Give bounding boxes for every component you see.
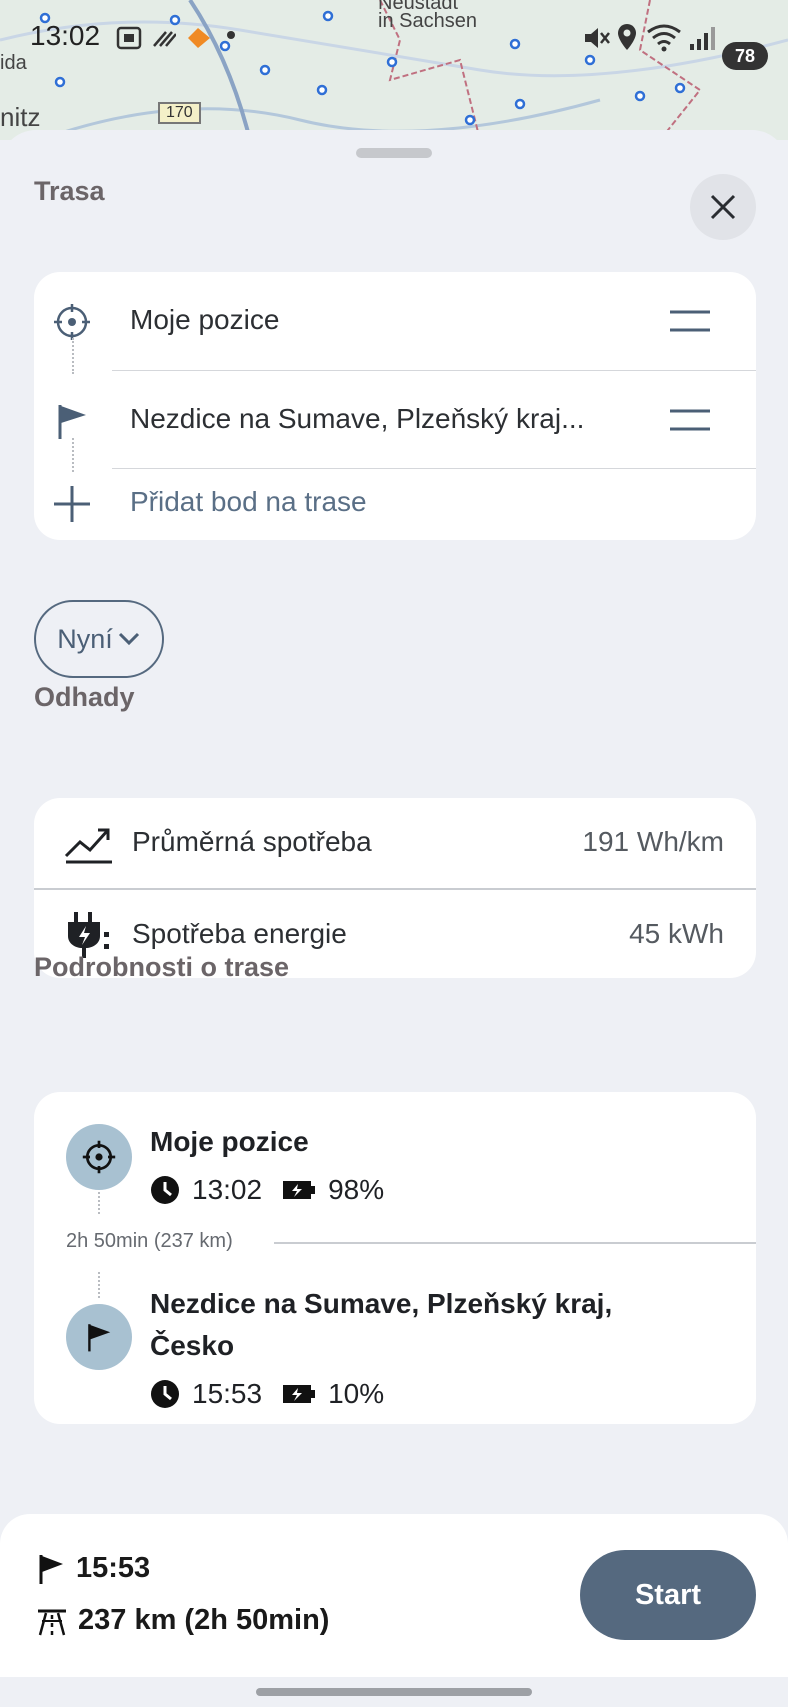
distance-duration: 237 km (2h 50min) <box>78 1604 330 1636</box>
destination-battery: 10% <box>328 1378 385 1409</box>
leg-duration-distance: 2h 50min (237 km) <box>66 1230 233 1252</box>
origin-meta: 13:02 98% <box>150 1174 384 1206</box>
drag-handle-icon[interactable] <box>668 407 712 433</box>
route-connector <box>72 338 74 374</box>
map-place-label: nitz <box>0 102 41 132</box>
sheet-drag-handle[interactable] <box>356 148 432 158</box>
battery-charge-icon <box>283 1181 316 1199</box>
route-connector <box>98 1192 100 1214</box>
battery-charge-icon <box>283 1385 316 1403</box>
status-bar: 13:02 78 <box>0 18 788 70</box>
route-connector <box>98 1272 100 1298</box>
app-notification-icon <box>188 28 210 48</box>
trend-chart-icon <box>64 828 112 864</box>
close-icon <box>710 194 736 220</box>
distance-summary: 237 km (2h 50min) <box>36 1604 329 1637</box>
highway-icon <box>38 1609 66 1635</box>
estimates-section-title: Odhady <box>34 682 135 712</box>
signal-icon <box>690 27 715 50</box>
divider <box>274 1242 756 1244</box>
mute-icon <box>585 28 610 48</box>
add-waypoint-button[interactable]: Přidat bod na trase <box>34 448 756 546</box>
waypoint-destination-label: Nezdice na Sumave, Plzeňský kraj... <box>130 403 585 434</box>
flag-icon <box>58 405 86 439</box>
estimate-row: Průměrná spotřeba 191 Wh/km <box>34 798 756 888</box>
route-summary-bar: 15:53 237 km (2h 50min) Start <box>0 1514 788 1677</box>
estimate-label: Průměrná spotřeba <box>132 826 372 857</box>
location-icon <box>618 24 636 50</box>
estimate-label: Spotřeba energie <box>132 918 347 949</box>
crosshair-icon <box>82 1140 116 1174</box>
estimates-card: Průměrná spotřeba 191 Wh/km Spotřeba ene… <box>34 798 756 978</box>
destination-time: 15:53 <box>192 1378 263 1409</box>
screenshot-icon <box>116 26 142 50</box>
chevron-down-icon <box>118 632 139 646</box>
origin-name: Moje pozice <box>150 1126 309 1157</box>
origin-stop-marker <box>66 1124 132 1190</box>
close-button[interactable] <box>690 174 756 240</box>
arrival-summary: 15:53 <box>36 1552 150 1585</box>
departure-time-label: Nyní <box>57 623 113 654</box>
destination-name-line2: Česko <box>150 1330 235 1361</box>
start-navigation-button[interactable]: Start <box>580 1550 756 1640</box>
flag-icon <box>39 1554 63 1584</box>
wifi-icon <box>647 24 681 52</box>
origin-battery: 98% <box>328 1174 385 1205</box>
destination-stop-marker <box>66 1304 132 1370</box>
crosshair-icon <box>54 304 90 340</box>
notification-dot-icon <box>227 31 235 39</box>
add-waypoint-label: Přidat bod na trase <box>130 486 367 517</box>
route-sheet: Trasa Moje pozice Nezdice na Sumave, Plz… <box>0 130 788 1707</box>
arrival-time: 15:53 <box>76 1552 151 1584</box>
clock-icon <box>151 1380 179 1408</box>
route-waypoints-card: Moje pozice Nezdice na Sumave, Plzeňský … <box>34 272 756 540</box>
destination-name-line1: Nezdice na Sumave, Plzeňský kraj, <box>150 1288 613 1319</box>
origin-time: 13:02 <box>192 1174 263 1205</box>
departure-time-dropdown[interactable]: Nyní <box>34 600 164 678</box>
battery-indicator: 78 <box>722 42 768 70</box>
map-background[interactable]: ida nitz Neustadt in Sachsen 170 13:02 7… <box>0 0 788 140</box>
route-details-card: Moje pozice 13:02 98% 2h 50min (237 km) … <box>34 1092 756 1424</box>
details-section-title: Podrobnosti o trase <box>34 952 290 982</box>
waypoint-start-label: Moje pozice <box>130 304 280 335</box>
destination-meta: 15:53 10% <box>150 1378 384 1410</box>
no-data-icon <box>153 31 176 47</box>
flag-icon <box>88 1324 111 1352</box>
estimate-value: 45 kWh <box>629 918 724 949</box>
route-section-title: Trasa <box>34 176 105 206</box>
plus-icon <box>54 486 90 522</box>
road-number-badge: 170 <box>158 102 201 124</box>
waypoint-start[interactable]: Moje pozice <box>34 272 756 370</box>
home-indicator[interactable] <box>256 1688 532 1696</box>
drag-handle-icon[interactable] <box>668 308 712 334</box>
status-time: 13:02 <box>30 20 101 51</box>
estimate-value: 191 Wh/km <box>582 826 724 857</box>
clock-icon <box>151 1176 179 1204</box>
